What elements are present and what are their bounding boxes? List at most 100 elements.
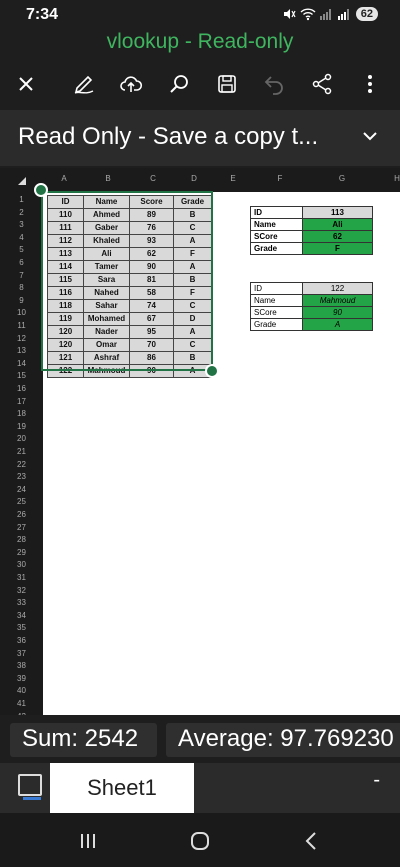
column-header[interactable]: C — [131, 174, 175, 183]
share-button[interactable] — [308, 70, 336, 98]
selection-range[interactable] — [41, 191, 213, 371]
recent-apps-icon[interactable] — [76, 829, 100, 853]
signal-icon-2 — [337, 9, 349, 20]
save-icon — [218, 75, 236, 93]
more-options-button[interactable] — [356, 70, 384, 98]
navigation-bar — [0, 813, 400, 867]
row-header[interactable]: 2 — [0, 208, 43, 217]
row-header[interactable]: 15 — [0, 371, 43, 380]
wifi-icon — [300, 8, 316, 21]
lookup-value[interactable]: F — [302, 242, 373, 255]
column-header[interactable]: G — [307, 174, 377, 183]
row-header[interactable]: 23 — [0, 472, 43, 481]
row-header[interactable]: 6 — [0, 258, 43, 267]
lookup-value[interactable]: Ali — [302, 218, 373, 231]
lookup-label[interactable]: SCore — [250, 306, 303, 319]
row-header[interactable]: 29 — [0, 548, 43, 557]
row-header[interactable]: 16 — [0, 384, 43, 393]
lookup-value[interactable]: 113 — [302, 206, 373, 219]
lookup-label[interactable]: Grade — [250, 318, 303, 331]
save-button[interactable] — [213, 70, 241, 98]
row-header[interactable]: 38 — [0, 661, 43, 670]
lookup-result-1: ID 113 Name Ali SCore 62 Grade F — [250, 206, 373, 255]
row-header[interactable]: 33 — [0, 598, 43, 607]
upload-button[interactable] — [117, 70, 145, 98]
row-header[interactable]: 17 — [0, 397, 43, 406]
row-header[interactable]: 31 — [0, 573, 43, 582]
row-header[interactable]: 39 — [0, 674, 43, 683]
document-title: vlookup - Read-only — [106, 30, 294, 53]
add-sheet-button[interactable]: - — [373, 769, 380, 792]
row-header[interactable]: 3 — [0, 220, 43, 229]
lookup-label[interactable]: Name — [250, 218, 303, 231]
status-time: 7:34 — [26, 6, 59, 23]
column-header[interactable]: B — [85, 174, 131, 183]
row-header[interactable]: 41 — [0, 699, 43, 708]
lookup-label[interactable]: SCore — [250, 230, 303, 243]
search-button[interactable] — [165, 70, 193, 98]
sum-value[interactable]: Sum: 2542 — [10, 723, 157, 757]
home-icon[interactable] — [188, 829, 212, 853]
selection-handle-bottom-right[interactable] — [205, 364, 219, 378]
row-header[interactable]: 32 — [0, 586, 43, 595]
row-header[interactable]: 24 — [0, 485, 43, 494]
row-header[interactable]: 19 — [0, 422, 43, 431]
lookup-label[interactable]: ID — [250, 282, 303, 295]
row-header[interactable]: 12 — [0, 334, 43, 343]
row-header[interactable]: 28 — [0, 535, 43, 544]
summary-bar: Sum: 2542 Average: 97.769230 — [0, 715, 400, 763]
lookup-row: Name Mahmoud — [250, 294, 373, 307]
toolbar — [0, 62, 400, 106]
lookup-value[interactable]: 122 — [302, 282, 373, 295]
row-header[interactable]: 30 — [0, 560, 43, 569]
column-header[interactable]: F — [253, 174, 307, 183]
sheet-list-icon[interactable] — [18, 774, 42, 800]
row-header[interactable]: 4 — [0, 233, 43, 242]
row-header[interactable]: 11 — [0, 321, 43, 330]
row-header[interactable]: 40 — [0, 686, 43, 695]
column-header[interactable]: E — [213, 174, 253, 183]
lookup-value[interactable]: Mahmoud — [302, 294, 373, 307]
edit-button[interactable] — [70, 70, 98, 98]
tab-sheet1[interactable]: Sheet1 — [50, 763, 194, 813]
row-header[interactable]: 10 — [0, 308, 43, 317]
row-header[interactable]: 1 — [0, 195, 43, 204]
row-header[interactable]: 27 — [0, 523, 43, 532]
average-value[interactable]: Average: 97.769230 — [166, 723, 400, 757]
row-header[interactable]: 7 — [0, 271, 43, 280]
selection-handle-top-left[interactable] — [34, 183, 48, 197]
row-header[interactable]: 35 — [0, 623, 43, 632]
back-icon[interactable] — [300, 829, 324, 853]
more-vertical-icon — [368, 75, 372, 93]
lookup-value[interactable]: 62 — [302, 230, 373, 243]
row-header[interactable]: 22 — [0, 460, 43, 469]
row-header[interactable]: 26 — [0, 510, 43, 519]
row-header[interactable]: 5 — [0, 245, 43, 254]
row-header[interactable]: 36 — [0, 636, 43, 645]
lookup-row: ID 113 — [250, 206, 373, 219]
row-header[interactable]: 20 — [0, 434, 43, 443]
read-only-banner[interactable]: Read Only - Save a copy t... — [0, 110, 400, 166]
row-headers: 1 2 3 4 5 6 7 8 9 10 11 12 13 14 15 16 17 18 19 20 21 22 23 24 2… — [0, 192, 43, 715]
lookup-label[interactable]: Grade — [250, 242, 303, 255]
lookup-value[interactable]: 90 — [302, 306, 373, 319]
row-header[interactable]: 34 — [0, 611, 43, 620]
row-header[interactable]: 18 — [0, 409, 43, 418]
row-header[interactable]: 21 — [0, 447, 43, 456]
close-button[interactable] — [12, 70, 40, 98]
row-header[interactable]: 25 — [0, 497, 43, 506]
row-header[interactable]: 8 — [0, 283, 43, 292]
row-header[interactable]: 37 — [0, 649, 43, 658]
undo-button[interactable] — [260, 70, 288, 98]
row-header[interactable]: 9 — [0, 296, 43, 305]
row-header[interactable]: 13 — [0, 346, 43, 355]
column-header[interactable]: H — [377, 174, 400, 183]
column-header[interactable]: D — [175, 174, 213, 183]
select-all-icon[interactable] — [18, 177, 26, 185]
lookup-label[interactable]: ID — [250, 206, 303, 219]
row-header[interactable]: 14 — [0, 359, 43, 368]
lookup-value[interactable]: A — [302, 318, 373, 331]
chevron-down-icon[interactable] — [362, 128, 378, 144]
lookup-label[interactable]: Name — [250, 294, 303, 307]
column-header[interactable]: A — [43, 174, 85, 183]
